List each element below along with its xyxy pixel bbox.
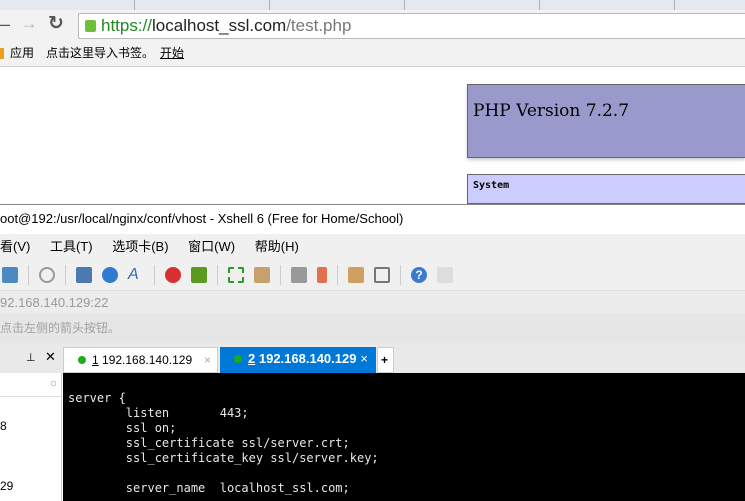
connected-icon <box>78 356 86 364</box>
xshell-session-tabs: ⊥ ✕ 1 192.168.140.129 × 2 192.168.140.12… <box>0 343 745 373</box>
session-settings-icon[interactable] <box>2 267 18 283</box>
close-tab-icon[interactable]: × <box>204 348 211 372</box>
xshell-hint-bar: 点击左侧的箭头按钮。 <box>0 313 745 343</box>
bookmarks-bar: 应用 点击这里导入书签。 开始 <box>0 40 745 67</box>
toolbar-separator <box>337 265 338 285</box>
toolbar-separator <box>154 265 155 285</box>
php-section-system: System <box>467 174 745 204</box>
session-tab-1[interactable]: 1 192.168.140.129 × <box>63 347 218 373</box>
close-tab-icon[interactable]: × <box>360 347 368 371</box>
back-icon[interactable]: ‒ <box>0 14 10 35</box>
bookmark-start[interactable]: 开始 <box>160 40 184 67</box>
php-version-header: PHP Version 7.2.7 <box>467 84 745 158</box>
session-search[interactable]: ○ <box>0 373 61 397</box>
xshell-toolbar: A ? <box>0 260 745 290</box>
chat-icon[interactable] <box>437 267 453 283</box>
close-panel-icon[interactable]: ✕ <box>45 349 56 365</box>
tab-number: 2 <box>248 351 256 366</box>
transfer-icon[interactable] <box>76 267 92 283</box>
lock-icon <box>85 20 96 32</box>
menu-tools[interactable]: 工具(T) <box>50 239 93 254</box>
xshell-menu-bar: 看(V) 工具(T) 选项卡(B) 窗口(W) 帮助(H) <box>0 234 745 260</box>
tab-label: 192.168.140.129 <box>258 351 357 366</box>
hint-text: 点击左侧的箭头按钮。 <box>0 321 121 335</box>
toolbar-separator <box>217 265 218 285</box>
new-folder-icon[interactable] <box>348 267 364 283</box>
url-host: localhost_ssl.com <box>152 16 287 35</box>
tab-label: 192.168.140.129 <box>102 353 193 367</box>
toolbar-separator <box>400 265 401 285</box>
connected-icon <box>234 355 242 363</box>
toolbar-separator <box>280 265 281 285</box>
tab-number: 1 <box>92 353 99 367</box>
menu-view[interactable]: 看(V) <box>0 239 30 254</box>
apps-icon <box>0 48 4 59</box>
address-bar[interactable]: https://localhost_ssl.com/test.php <box>78 13 745 39</box>
search-icon[interactable] <box>39 267 55 283</box>
toolbar-separator <box>65 265 66 285</box>
menu-tabs[interactable]: 选项卡(B) <box>112 239 168 254</box>
font-icon[interactable]: A <box>128 267 144 283</box>
bookmark-apps[interactable]: 应用 <box>10 40 34 67</box>
session-item[interactable]: 29 <box>0 479 13 493</box>
session-item[interactable]: 8 <box>0 419 7 433</box>
reload-icon[interactable]: ↻ <box>48 12 64 35</box>
layout-icon[interactable] <box>374 267 390 283</box>
browser-tab[interactable] <box>135 0 270 10</box>
fullscreen-icon[interactable] <box>228 267 244 283</box>
url-scheme: https:// <box>101 16 153 35</box>
browser-tab[interactable] <box>0 0 135 10</box>
session-tab-2[interactable]: 2 192.168.140.129 × <box>220 347 376 373</box>
help-icon[interactable]: ? <box>411 267 427 283</box>
xftp-green-icon[interactable] <box>191 267 207 283</box>
xshell-title-bar: oot@192:/usr/local/nginx/conf/vhost - Xs… <box>0 204 745 234</box>
window-title: oot@192:/usr/local/nginx/conf/vhost - Xs… <box>0 211 404 226</box>
lock-icon[interactable] <box>254 267 270 283</box>
menu-help[interactable]: 帮助(H) <box>255 239 299 254</box>
bookmark-import[interactable]: 点击这里导入书签。 <box>46 40 154 67</box>
new-tab-button[interactable]: + <box>377 347 394 373</box>
browser-tab[interactable] <box>405 0 540 10</box>
forward-icon[interactable]: → <box>20 13 38 34</box>
browser-tab-strip <box>0 0 745 10</box>
toolbar-separator <box>28 265 29 285</box>
session-address: 92.168.140.129:22 <box>0 295 109 310</box>
terminal[interactable]: server { listen 443; ssl on; ssl_certifi… <box>63 373 745 501</box>
session-manager-panel: ○ 8 29 <box>0 373 62 501</box>
browser-tab[interactable] <box>675 0 745 10</box>
highlight-icon[interactable] <box>317 267 327 283</box>
pin-icon[interactable]: ⊥ <box>26 351 36 364</box>
xftp-icon[interactable] <box>165 267 181 283</box>
xshell-address-bar[interactable]: 92.168.140.129:22 <box>0 290 745 313</box>
url-path: /test.php <box>286 16 352 35</box>
browser-tab[interactable] <box>270 0 405 10</box>
search-icon[interactable]: ○ <box>50 376 57 390</box>
browser-tab[interactable] <box>540 0 675 10</box>
menu-window[interactable]: 窗口(W) <box>188 239 235 254</box>
globe-icon[interactable] <box>102 267 118 283</box>
keyboard-icon[interactable] <box>291 267 307 283</box>
